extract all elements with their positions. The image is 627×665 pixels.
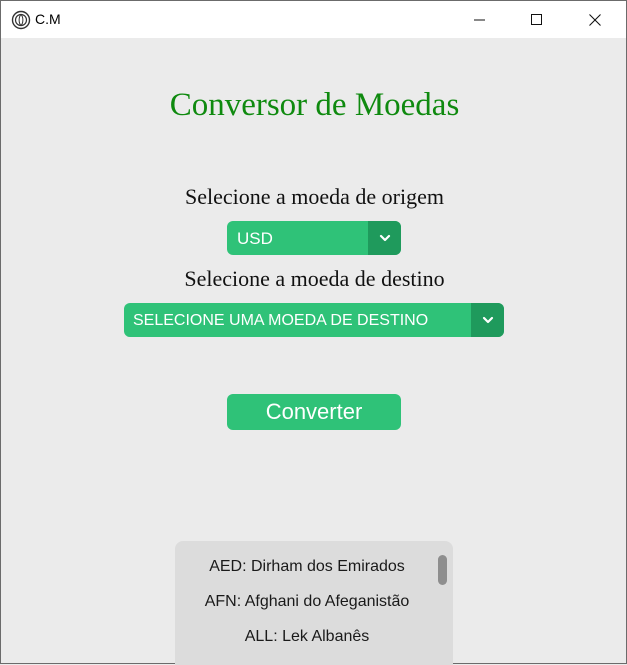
origin-currency-select[interactable]: USD	[227, 221, 401, 255]
close-button[interactable]	[572, 1, 618, 38]
list-item[interactable]: AED: Dirham dos Emirados	[175, 558, 439, 576]
origin-currency-value: USD	[237, 229, 273, 248]
list-item[interactable]: ALL: Lek Albanês	[175, 628, 439, 646]
scrollbar-thumb[interactable]	[438, 555, 447, 585]
destination-currency-select[interactable]: SELECIONE UMA MOEDA DE DESTINO	[124, 303, 504, 337]
list-item[interactable]: AFN: Afghani do Afeganistão	[175, 593, 439, 611]
app-logo-icon	[11, 10, 31, 30]
convert-button[interactable]: Converter	[227, 394, 401, 430]
origin-currency-label: Selecione a moeda de origem	[184, 184, 444, 209]
currency-list[interactable]: AED: Dirham dos Emirados AFN: Afghani do…	[175, 541, 453, 665]
title-bar[interactable]: C.M	[1, 1, 626, 38]
minimize-button[interactable]	[457, 1, 503, 38]
close-icon	[589, 13, 601, 26]
maximize-button[interactable]	[514, 1, 560, 38]
page-title: Conversor de Moedas	[169, 87, 460, 123]
minimize-icon	[474, 19, 485, 20]
maximize-icon	[531, 13, 542, 25]
window-title: C.M	[35, 11, 61, 27]
app-window: C.M Conversor de Moedas Selecione a moed…	[0, 0, 627, 665]
chevron-down-icon[interactable]	[471, 303, 504, 337]
destination-currency-value: SELECIONE UMA MOEDA DE DESTINO	[133, 312, 429, 329]
chevron-down-icon[interactable]	[368, 221, 401, 255]
destination-currency-label: Selecione a moeda de destino	[184, 266, 445, 291]
